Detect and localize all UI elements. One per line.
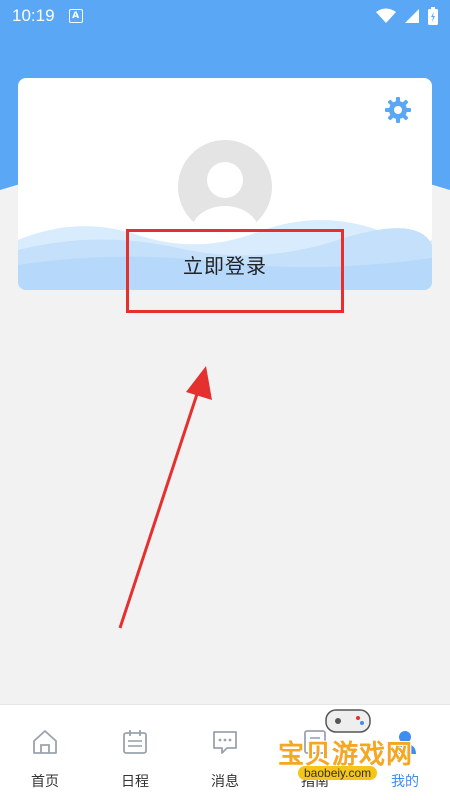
battery-icon [428, 7, 438, 25]
status-bar: 10:19 A [0, 0, 450, 32]
status-time: 10:19 [12, 6, 55, 25]
calendar-icon [123, 730, 147, 754]
nav-label-home: 首页 [31, 774, 59, 790]
watermark-url: baobeiy.com [298, 766, 378, 780]
gamepad-icon [325, 709, 371, 733]
signal-icon [405, 9, 419, 23]
watermark-logo: 宝贝游戏网 baobeiy.com [272, 704, 422, 784]
nav-label-messages: 消息 [211, 774, 239, 790]
nav-item-messages[interactable]: 消息 [180, 705, 270, 800]
message-icon [213, 731, 237, 754]
status-icons [376, 7, 438, 25]
notification-icon: A [68, 9, 83, 23]
wifi-icon [376, 8, 396, 23]
annotation-highlight-box [126, 229, 344, 313]
nav-label-schedule: 日程 [121, 774, 149, 790]
nav-item-home[interactable]: 首页 [0, 705, 90, 800]
home-icon [33, 730, 57, 754]
nav-item-schedule[interactable]: 日程 [90, 705, 180, 800]
settings-gear-icon[interactable] [384, 96, 412, 124]
